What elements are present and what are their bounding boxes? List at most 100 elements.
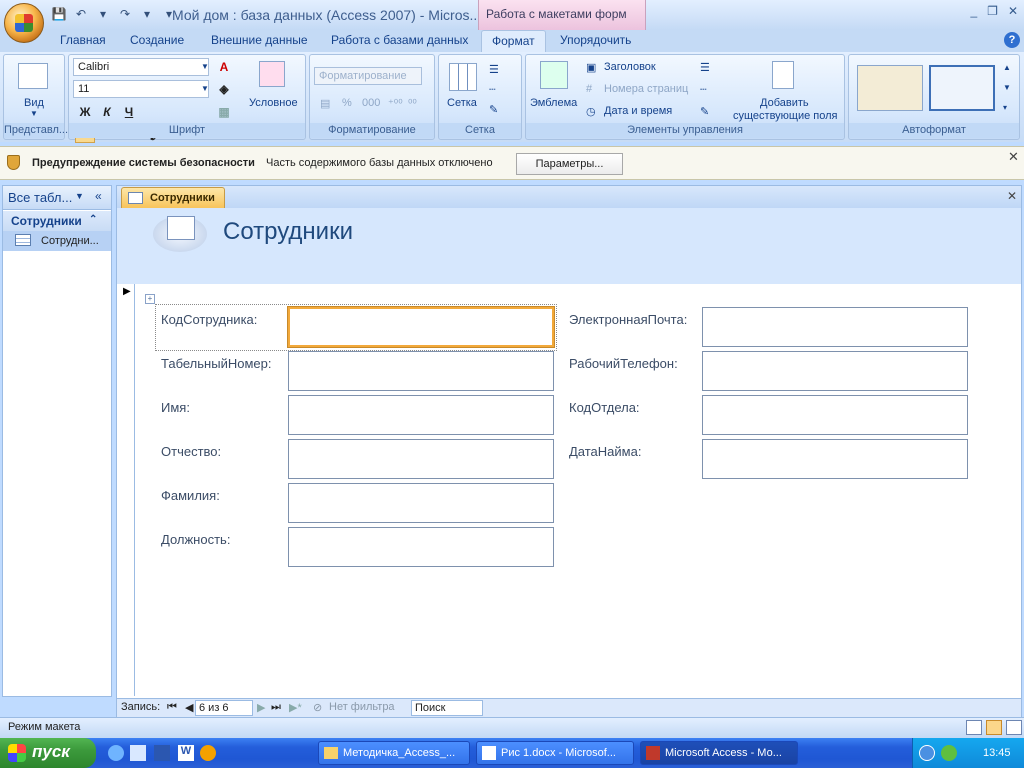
redo-icon[interactable]: ↷ <box>116 5 134 23</box>
close-icon[interactable]: ✕ <box>1008 149 1019 165</box>
collapse-pane-icon[interactable]: « <box>95 189 102 203</box>
media-player-icon[interactable] <box>200 745 216 761</box>
add-fields-label-1[interactable]: Добавить <box>760 97 809 109</box>
layout-view-icon[interactable] <box>986 720 1002 735</box>
scroll-down-icon[interactable]: ▼ <box>1003 83 1011 92</box>
header-button[interactable]: Заголовок <box>604 61 656 73</box>
next-record-icon[interactable]: ▶ <box>257 701 265 714</box>
autoformat-style-1[interactable] <box>857 65 923 111</box>
start-button[interactable]: пуск <box>0 738 96 768</box>
format-dropdown[interactable]: Форматирование <box>314 67 422 85</box>
tab-home[interactable]: Главная <box>60 33 106 47</box>
bold-button[interactable]: Ж <box>75 103 95 121</box>
font-name-combo[interactable]: Calibri <box>73 58 209 76</box>
thousands-button[interactable]: 000 <box>362 97 380 109</box>
field-employee-id[interactable] <box>288 307 554 347</box>
network-icon[interactable] <box>919 745 935 761</box>
border-style-icon[interactable]: ┄ <box>700 83 707 96</box>
office-button[interactable] <box>4 3 44 43</box>
previous-record-icon[interactable]: ◀ <box>185 701 193 714</box>
view-button[interactable]: Вид <box>24 97 44 109</box>
conditional-format-icon <box>259 61 285 87</box>
chevron-up-icon[interactable]: ⌃ <box>89 214 97 225</box>
tab-create[interactable]: Создание <box>130 33 184 47</box>
layout-selector-icon[interactable]: + <box>145 294 155 304</box>
chevron-down-icon[interactable]: ▼ <box>75 191 84 201</box>
restore-button[interactable]: ❐ <box>987 4 998 18</box>
italic-button[interactable]: К <box>97 103 117 121</box>
taskbar-button-methodichka[interactable]: Методичка_Access_... <box>318 741 470 765</box>
add-fields-label-2[interactable]: существующие поля <box>733 110 838 122</box>
fill-color-icon[interactable]: ◈ <box>214 80 234 98</box>
tab-arrange[interactable]: Упорядочить <box>560 33 631 47</box>
percent-button[interactable]: % <box>342 97 352 109</box>
new-record-icon[interactable]: ▶* <box>289 701 302 714</box>
word-icon[interactable]: W <box>178 745 194 761</box>
close-document-icon[interactable]: ✕ <box>1007 189 1017 203</box>
underline-button[interactable]: Ч <box>119 103 139 121</box>
page-numbers-button[interactable]: Номера страниц <box>604 83 688 95</box>
taskbar-button-word[interactable]: Рис 1.docx - Microsof... <box>476 741 634 765</box>
increase-decimals-icon[interactable]: ⁺⁰⁰ <box>388 97 403 110</box>
design-view-icon[interactable] <box>1006 720 1022 735</box>
filter-status[interactable]: Нет фильтра <box>329 701 395 713</box>
font-color-icon[interactable]: A <box>214 58 234 76</box>
view-dropdown-icon[interactable]: ▼ <box>30 109 38 118</box>
font-name-dropdown-icon[interactable]: ▼ <box>201 62 209 71</box>
minimize-button[interactable]: _ <box>970 4 977 18</box>
redo-dropdown-icon[interactable]: ▾ <box>138 5 156 23</box>
tab-format[interactable]: Формат <box>481 30 546 53</box>
decrease-decimals-icon[interactable]: ⁰⁰ <box>408 97 417 110</box>
explorer-icon[interactable] <box>130 745 146 761</box>
tray-app-icon[interactable] <box>941 745 957 761</box>
nav-pane-header[interactable]: Все табл... ▼ « <box>3 186 111 210</box>
scroll-up-icon[interactable]: ▲ <box>1003 63 1011 72</box>
datetime-button[interactable]: Дата и время <box>604 105 672 117</box>
field-hire-date[interactable] <box>702 439 968 479</box>
field-position[interactable] <box>288 527 554 567</box>
line-color-icon[interactable]: ✎ <box>489 103 498 116</box>
currency-icon[interactable]: ▤ <box>320 97 330 110</box>
line-style-icon[interactable]: ┄ <box>489 83 496 96</box>
record-position-input[interactable]: 6 из 6 <box>195 700 253 716</box>
field-work-phone[interactable] <box>702 351 968 391</box>
logo-button[interactable]: Эмблема <box>530 97 577 109</box>
undo-icon[interactable]: ↶ <box>72 5 90 23</box>
nav-group-header[interactable]: Сотрудники ⌃ <box>3 211 111 231</box>
font-size-combo[interactable]: 11 <box>73 80 209 98</box>
last-record-icon[interactable]: ⏭ <box>271 701 281 714</box>
more-styles-icon[interactable]: ▾ <box>1003 103 1007 112</box>
desktop-icon[interactable] <box>154 745 170 761</box>
field-first-name[interactable] <box>288 395 554 435</box>
search-input[interactable]: Поиск <box>411 700 483 716</box>
border-width-icon[interactable]: ☰ <box>700 61 710 74</box>
field-last-name[interactable] <box>288 483 554 523</box>
tab-database-tools[interactable]: Работа с базами данных <box>331 33 468 47</box>
gridlines-button[interactable]: Сетка <box>447 97 477 109</box>
field-personnel-number[interactable] <box>288 351 554 391</box>
gridline-color-icon[interactable]: ▦ <box>214 103 234 121</box>
first-record-icon[interactable]: ⏮ <box>167 701 177 714</box>
field-email[interactable] <box>702 307 968 347</box>
tab-employees-form[interactable]: Сотрудники <box>121 187 225 208</box>
conditional-format-button[interactable]: Условное <box>249 97 298 109</box>
field-patronymic[interactable] <box>288 439 554 479</box>
save-icon[interactable]: 💾 <box>50 5 68 23</box>
help-icon[interactable]: ? <box>1004 32 1020 48</box>
autoformat-style-2[interactable] <box>929 65 995 111</box>
font-size-dropdown-icon[interactable]: ▼ <box>201 84 209 93</box>
options-button[interactable]: Параметры... <box>516 153 623 175</box>
nav-item-employees[interactable]: Сотрудни... <box>3 231 111 251</box>
ie-icon[interactable] <box>108 745 124 761</box>
record-selector[interactable]: ▶ <box>117 284 135 696</box>
taskbar-button-access[interactable]: Microsoft Access - Мо... <box>640 741 798 765</box>
line-width-icon[interactable]: ☰ <box>489 63 499 76</box>
tab-external-data[interactable]: Внешние данные <box>211 33 308 47</box>
border-color-icon[interactable]: ✎ <box>700 105 709 118</box>
system-tray: 13:45 <box>912 738 1024 768</box>
record-label: Запись: <box>121 701 161 713</box>
close-button[interactable]: ✕ <box>1008 4 1018 18</box>
form-view-icon[interactable] <box>966 720 982 735</box>
undo-dropdown-icon[interactable]: ▾ <box>94 5 112 23</box>
field-department-id[interactable] <box>702 395 968 435</box>
